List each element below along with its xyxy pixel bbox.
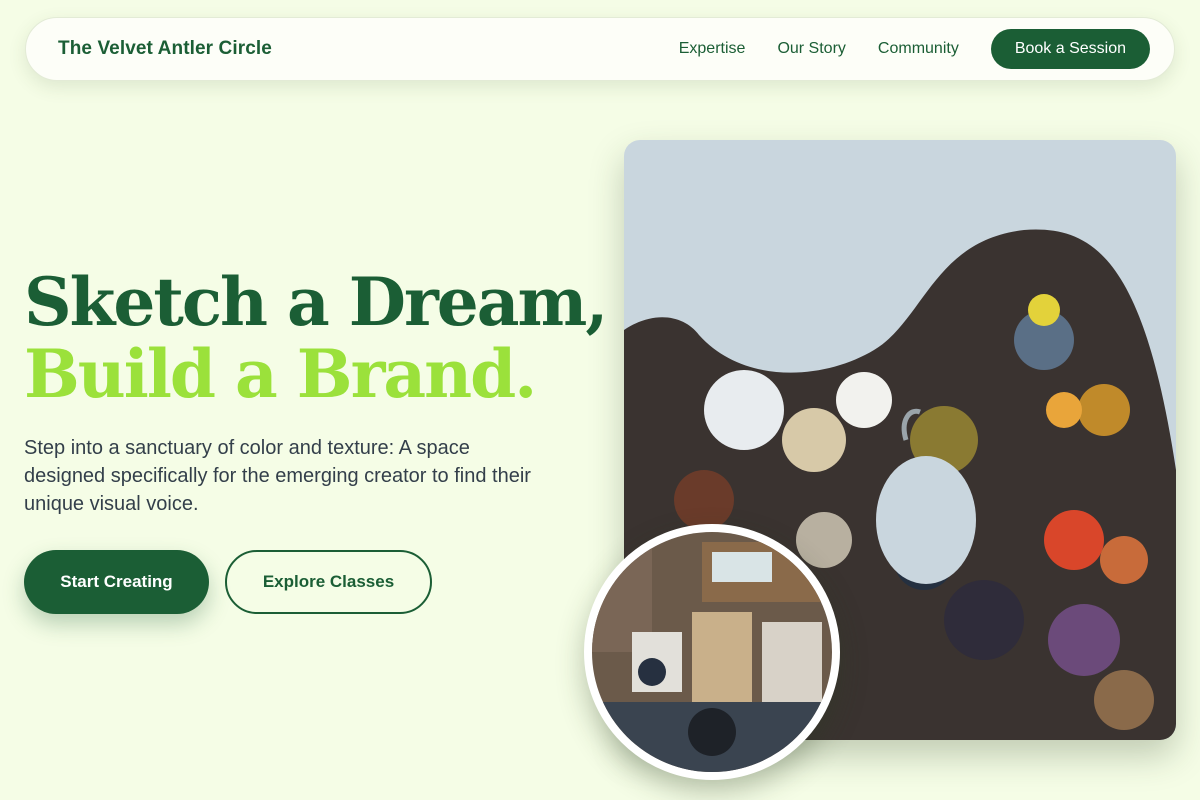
art-studio-image: [584, 524, 840, 780]
hero-title-line-2: Build a Brand.: [24, 335, 537, 413]
art-studio-illustration: [592, 532, 832, 772]
nav-link-our-story[interactable]: Our Story: [777, 40, 845, 58]
nav-links: Expertise Our Story Community Book a Ses…: [679, 29, 1150, 69]
top-navbar: The Velvet Antler Circle Expertise Our S…: [25, 17, 1175, 81]
book-session-button[interactable]: Book a Session: [990, 29, 1150, 69]
explore-classes-button[interactable]: Explore Classes: [225, 550, 432, 614]
start-creating-button[interactable]: Start Creating: [24, 550, 209, 614]
nav-link-community[interactable]: Community: [878, 40, 959, 58]
hero-description: Step into a sanctuary of color and textu…: [24, 437, 531, 515]
hero-title: Sketch a Dream, Build a Brand.: [24, 263, 608, 413]
hero-title-line-1: Sketch a Dream,: [24, 263, 608, 341]
brand-logo-text[interactable]: The Velvet Antler Circle: [58, 38, 272, 60]
nav-link-expertise[interactable]: Expertise: [679, 40, 746, 58]
